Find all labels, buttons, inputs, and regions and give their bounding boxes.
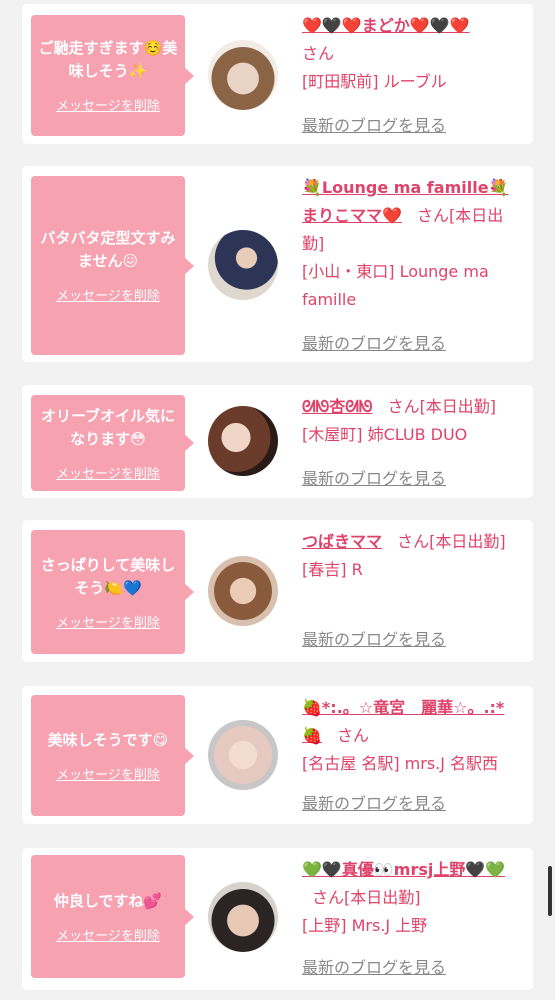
delete-message-link[interactable]: メッセージを削除: [56, 925, 160, 944]
user-name-link[interactable]: 💚🖤真優👀mrsj上野🖤💚: [302, 860, 505, 879]
user-info: 💐Lounge ma famille💐まりこママ❤️ さん[本日出勤] [小山・…: [302, 174, 523, 314]
message-text: ご馳走すぎます☺️美味しそう✨: [38, 39, 178, 80]
message-text: オリーブオイル気になります😳: [40, 406, 176, 448]
message-bubble: オリーブオイル気になります😳 メッセージを削除: [31, 395, 194, 491]
honorific-suffix: さん: [302, 44, 335, 63]
latest-blog-link[interactable]: 最新のブログを見る: [302, 330, 446, 354]
avatar[interactable]: [208, 230, 278, 300]
scrollbar[interactable]: [548, 866, 552, 916]
delete-message-link[interactable]: メッセージを削除: [56, 463, 160, 482]
user-name-link[interactable]: ❤️🖤❤️まどか❤️🖤❤️: [302, 16, 470, 35]
user-info: 💚🖤真優👀mrsj上野🖤💚 さん[本日出勤] [上野] Mrs.J 上野: [302, 856, 523, 940]
message-bubble: ご馳走すぎます☺️美味しそう✨ メッセージを削除: [31, 15, 194, 136]
latest-blog-link[interactable]: 最新のブログを見る: [302, 954, 446, 978]
location-text: [上野] Mrs.J 上野: [302, 916, 428, 935]
honorific-suffix: さん[本日出勤]: [387, 397, 497, 416]
message-text: 仲良しですね💕: [53, 891, 163, 910]
honorific-suffix: さん[本日出勤]: [312, 888, 421, 907]
location-text: [春吉] R: [302, 560, 363, 579]
delete-message-link[interactable]: メッセージを削除: [56, 285, 160, 304]
avatar[interactable]: [208, 406, 278, 476]
latest-blog-link[interactable]: 最新のブログを見る: [302, 465, 446, 489]
location-text: [名古屋 名駅] mrs.J 名駅西: [302, 754, 499, 773]
delete-message-link[interactable]: メッセージを削除: [56, 764, 160, 783]
latest-blog-link[interactable]: 最新のブログを見る: [302, 626, 446, 650]
user-info: ᘛᘚ杏ᘛᘚ さん[本日出勤] [木屋町] 姉CLUB DUO: [302, 393, 523, 449]
user-name-link[interactable]: ᘛᘚ杏ᘛᘚ: [302, 397, 372, 416]
message-list: ご馳走すぎます☺️美味しそう✨ メッセージを削除 ❤️🖤❤️まどか❤️🖤❤️ さ…: [0, 0, 555, 1000]
message-text: 美味しそうです😋: [47, 730, 169, 749]
delete-message-link[interactable]: メッセージを削除: [56, 612, 160, 631]
message-bubble: 美味しそうです😋 メッセージを削除: [31, 695, 194, 816]
location-text: [小山・東口] Lounge ma famille: [302, 262, 489, 309]
user-info: 🍓*:.。☆竜宮 麗華☆。.:*🍓 さん [名古屋 名駅] mrs.J 名駅西: [302, 694, 523, 778]
message-bubble: バタバタ定型文すみません😖 メッセージを削除: [31, 176, 194, 355]
list-item: オリーブオイル気になります😳 メッセージを削除 ᘛᘚ杏ᘛᘚ さん[本日出勤] […: [22, 385, 533, 498]
list-item: ご馳走すぎます☺️美味しそう✨ メッセージを削除 ❤️🖤❤️まどか❤️🖤❤️ さ…: [22, 4, 533, 144]
avatar[interactable]: [208, 720, 278, 790]
list-item: 美味しそうです😋 メッセージを削除 🍓*:.。☆竜宮 麗華☆。.:*🍓 さん […: [22, 686, 533, 824]
honorific-suffix: さん: [337, 726, 370, 745]
user-name-link[interactable]: つばきママ: [302, 532, 382, 551]
message-text: さっぱりして美味しそう🍋💙: [40, 555, 176, 597]
message-bubble: さっぱりして美味しそう🍋💙 メッセージを削除: [31, 530, 194, 654]
avatar[interactable]: [208, 40, 278, 110]
location-text: [木屋町] 姉CLUB DUO: [302, 425, 468, 444]
user-info: つばきママ さん[本日出勤] [春吉] R: [302, 528, 523, 584]
avatar[interactable]: [208, 556, 278, 626]
latest-blog-link[interactable]: 最新のブログを見る: [302, 790, 446, 814]
list-item: 仲良しですね💕 メッセージを削除 💚🖤真優👀mrsj上野🖤💚 さん[本日出勤] …: [22, 848, 533, 990]
list-item: さっぱりして美味しそう🍋💙 メッセージを削除 つばきママ さん[本日出勤] [春…: [22, 520, 533, 662]
delete-message-link[interactable]: メッセージを削除: [56, 95, 160, 114]
user-name-link[interactable]: 🍓*:.。☆竜宮 麗華☆。.:*🍓: [302, 698, 504, 745]
list-item: バタバタ定型文すみません😖 メッセージを削除 💐Lounge ma famill…: [22, 166, 533, 362]
latest-blog-link[interactable]: 最新のブログを見る: [302, 112, 446, 136]
message-bubble: 仲良しですね💕 メッセージを削除: [31, 855, 194, 978]
avatar[interactable]: [208, 882, 278, 952]
user-info: ❤️🖤❤️まどか❤️🖤❤️ さん [町田駅前] ルーブル: [302, 12, 523, 96]
honorific-suffix: さん[本日出勤]: [397, 532, 506, 551]
message-text: バタバタ定型文すみません😖: [40, 229, 176, 270]
location-text: [町田駅前] ルーブル: [302, 72, 447, 91]
